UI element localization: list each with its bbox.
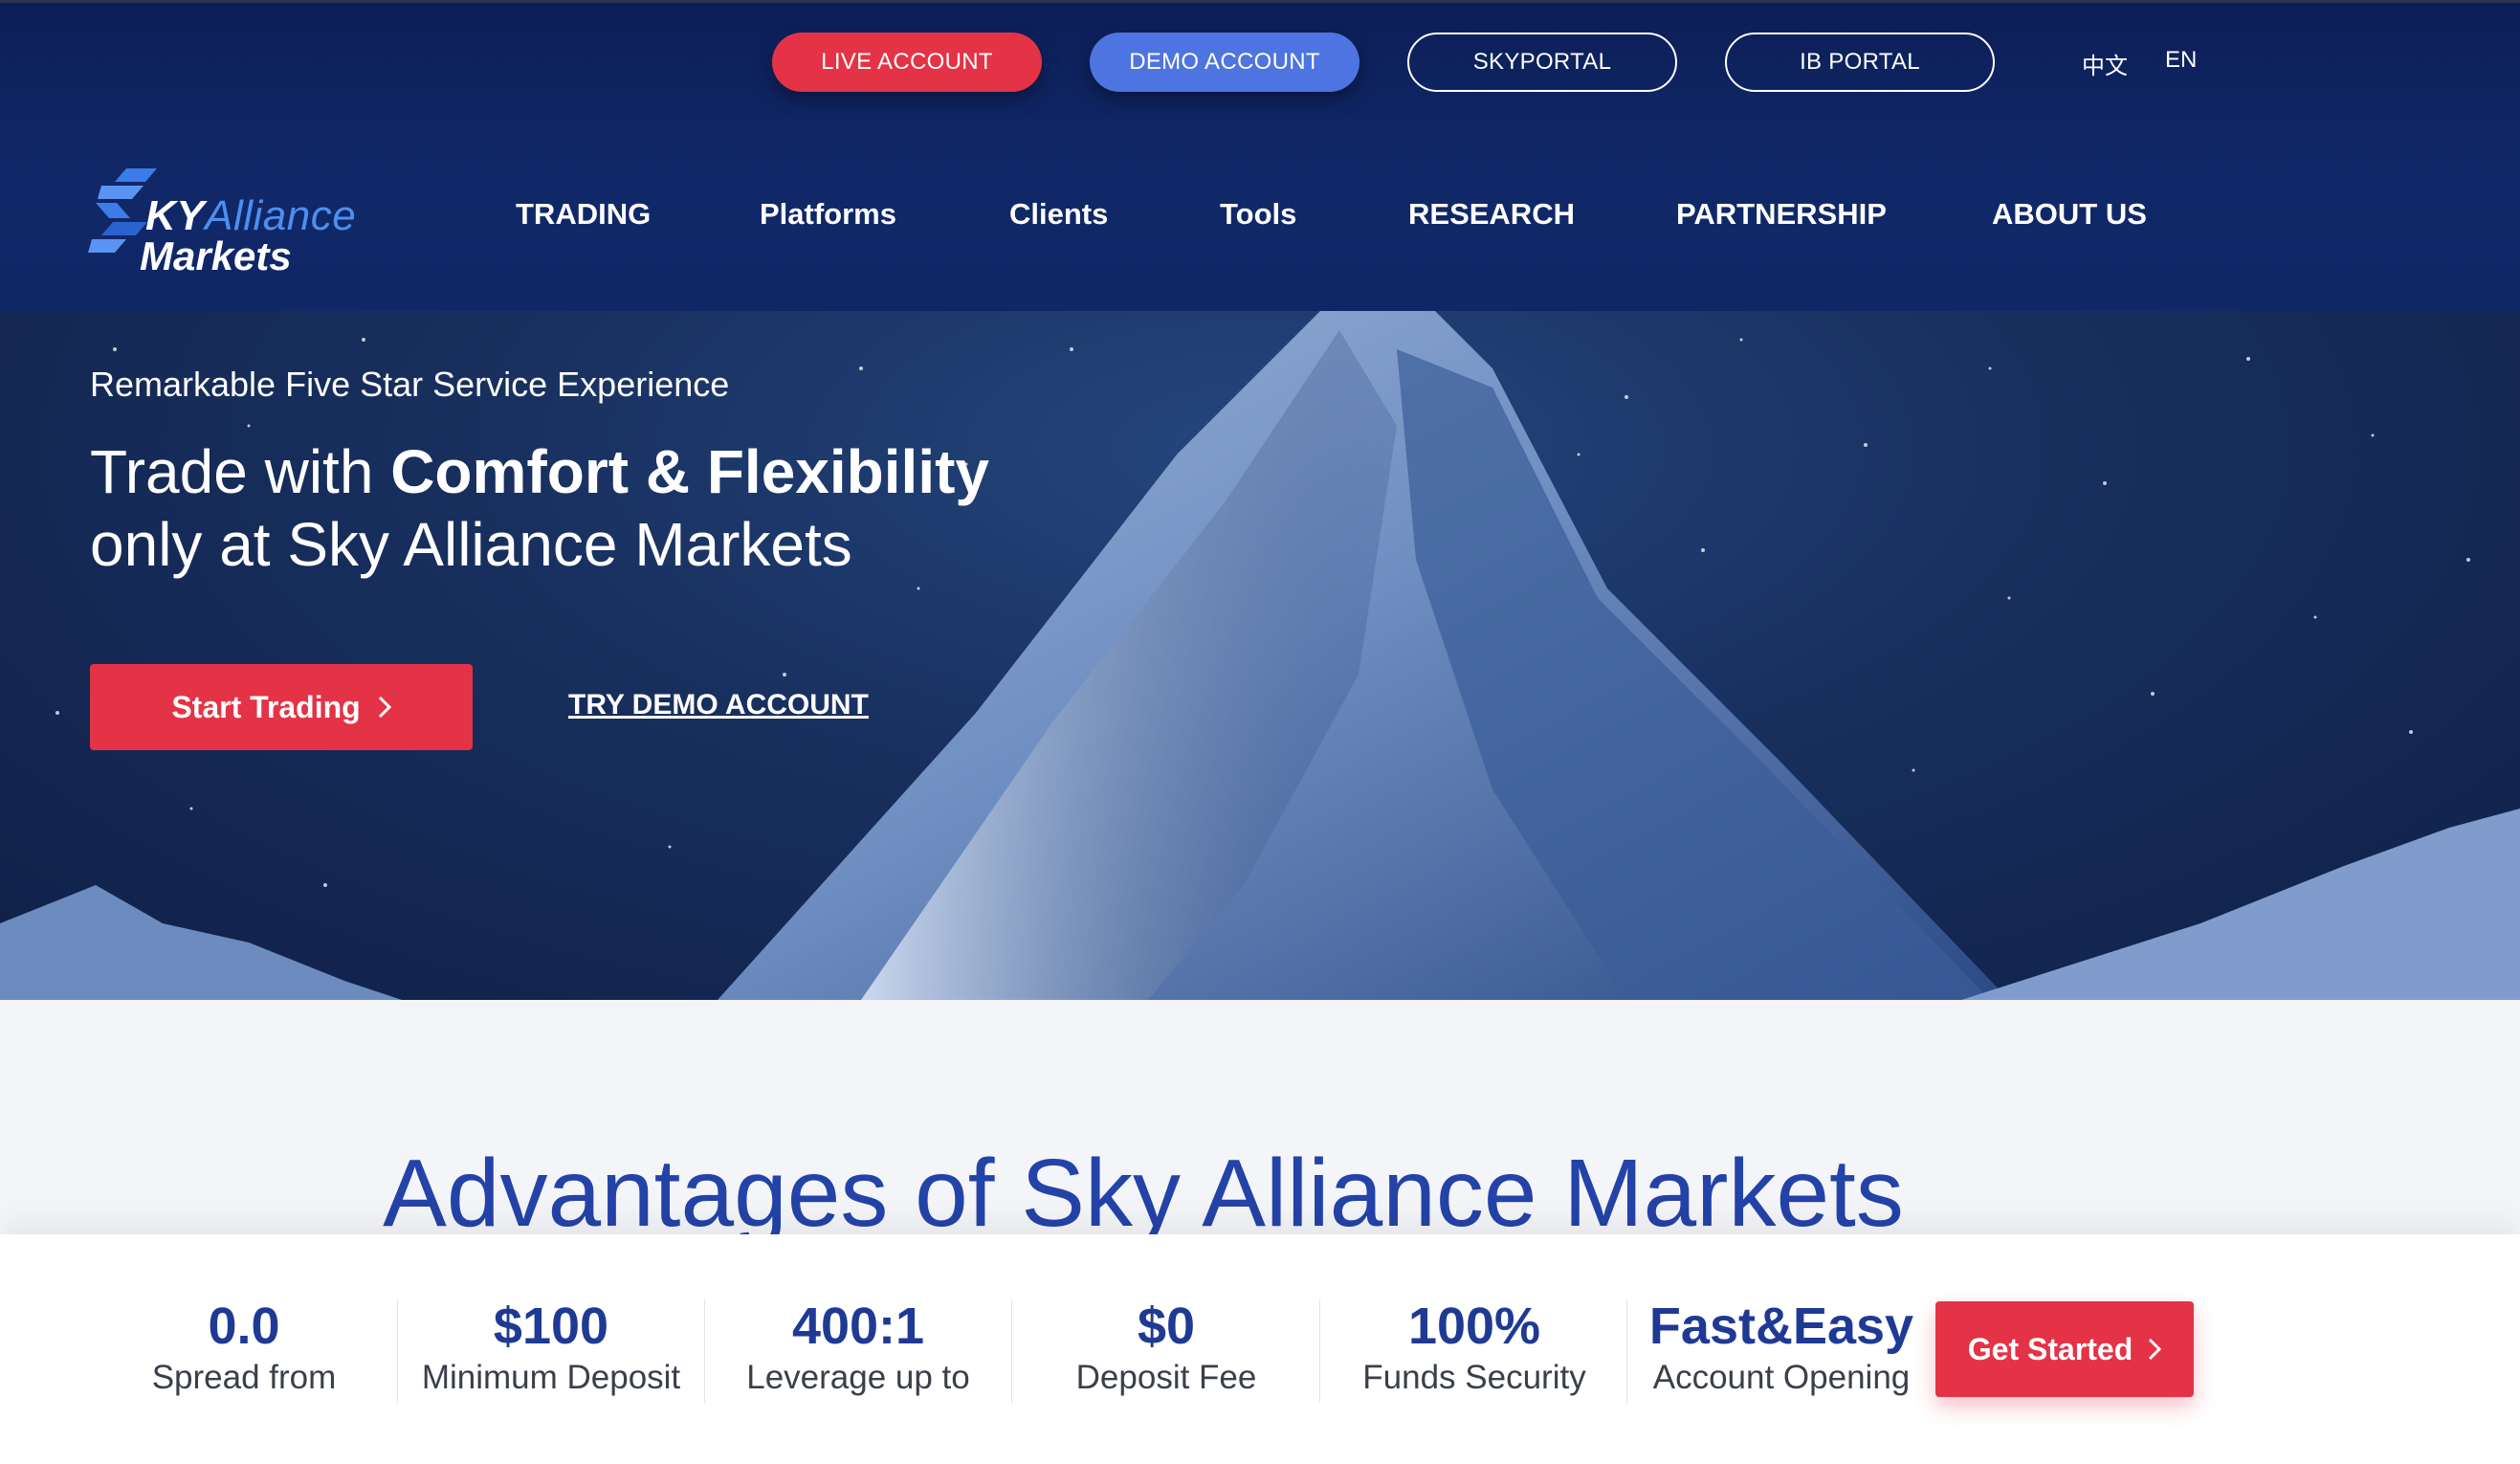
site-header: LIVE ACCOUNT DEMO ACCOUNT SKYPORTAL IB P…: [0, 0, 2520, 311]
chevron-right-icon: [2149, 1338, 2162, 1361]
language-english-link[interactable]: EN: [2165, 47, 2197, 74]
hero-subtitle: Remarkable Five Star Service Experience: [90, 365, 730, 404]
advantages-heading: Advantages of Sky Alliance Markets: [383, 1140, 1904, 1247]
live-account-button[interactable]: LIVE ACCOUNT: [772, 33, 1042, 92]
stat-spread: 0.0 Spread from: [90, 1298, 398, 1401]
chevron-right-icon: [378, 696, 391, 719]
stat-label: Deposit Fee: [1075, 1359, 1257, 1396]
stat-label: Leverage up to: [746, 1359, 970, 1396]
nav-item-trading[interactable]: TRADING: [516, 197, 651, 232]
stat-leverage: 400:1 Leverage up to: [704, 1298, 1012, 1401]
hero-title: Trade with Comfort & Flexibility only at…: [90, 437, 989, 579]
start-trading-button[interactable]: Start Trading: [90, 664, 473, 750]
nav-item-tools[interactable]: Tools: [1220, 197, 1296, 232]
nav-item-about-us[interactable]: ABOUT US: [1992, 197, 2147, 232]
stat-value: Fast&Easy: [1648, 1298, 1914, 1355]
demo-account-button[interactable]: DEMO ACCOUNT: [1090, 33, 1359, 92]
try-demo-account-link[interactable]: TRY DEMO ACCOUNT: [568, 689, 869, 721]
stat-label: Funds Security: [1362, 1359, 1586, 1396]
mountain-background-image: [0, 311, 2520, 1000]
stat-funds-security: 100% Funds Security: [1320, 1298, 1628, 1401]
stat-account-opening: Fast&Easy Account Opening: [1627, 1298, 1935, 1401]
nav-item-partnership[interactable]: PARTNERSHIP: [1676, 197, 1887, 232]
skyportal-button[interactable]: SKYPORTAL: [1407, 33, 1677, 92]
nav-item-clients[interactable]: Clients: [1009, 197, 1108, 232]
get-started-label: Get Started: [1967, 1331, 2133, 1366]
stat-label: Minimum Deposit: [421, 1359, 681, 1396]
start-trading-label: Start Trading: [171, 689, 361, 724]
stat-label: Spread from: [151, 1359, 337, 1396]
language-chinese-link[interactable]: 中文: [2082, 47, 2128, 80]
stat-deposit-fee: $0 Deposit Fee: [1012, 1298, 1320, 1401]
stat-value: $100: [493, 1298, 609, 1355]
nav-item-research[interactable]: RESEARCH: [1408, 197, 1575, 232]
ib-portal-button[interactable]: IB PORTAL: [1725, 33, 1995, 92]
stat-minimum-deposit: $100 Minimum Deposit: [397, 1298, 705, 1401]
site-logo[interactable]: KYAlliance Markets: [88, 159, 375, 283]
logo-wordmark-bottom: Markets: [140, 233, 292, 278]
stat-value: $0: [1137, 1298, 1196, 1355]
hero-banner: Remarkable Five Star Service Experience …: [0, 311, 2520, 1000]
stat-value: 400:1: [791, 1298, 925, 1355]
stats-bar: 0.0 Spread from $100 Minimum Deposit 400…: [0, 1234, 2520, 1464]
nav-item-platforms[interactable]: Platforms: [760, 197, 896, 232]
stat-value: 100%: [1407, 1298, 1541, 1355]
stat-value: 0.0: [208, 1298, 280, 1355]
get-started-button[interactable]: Get Started: [1935, 1301, 2194, 1397]
stat-label: Account Opening: [1652, 1359, 1911, 1396]
